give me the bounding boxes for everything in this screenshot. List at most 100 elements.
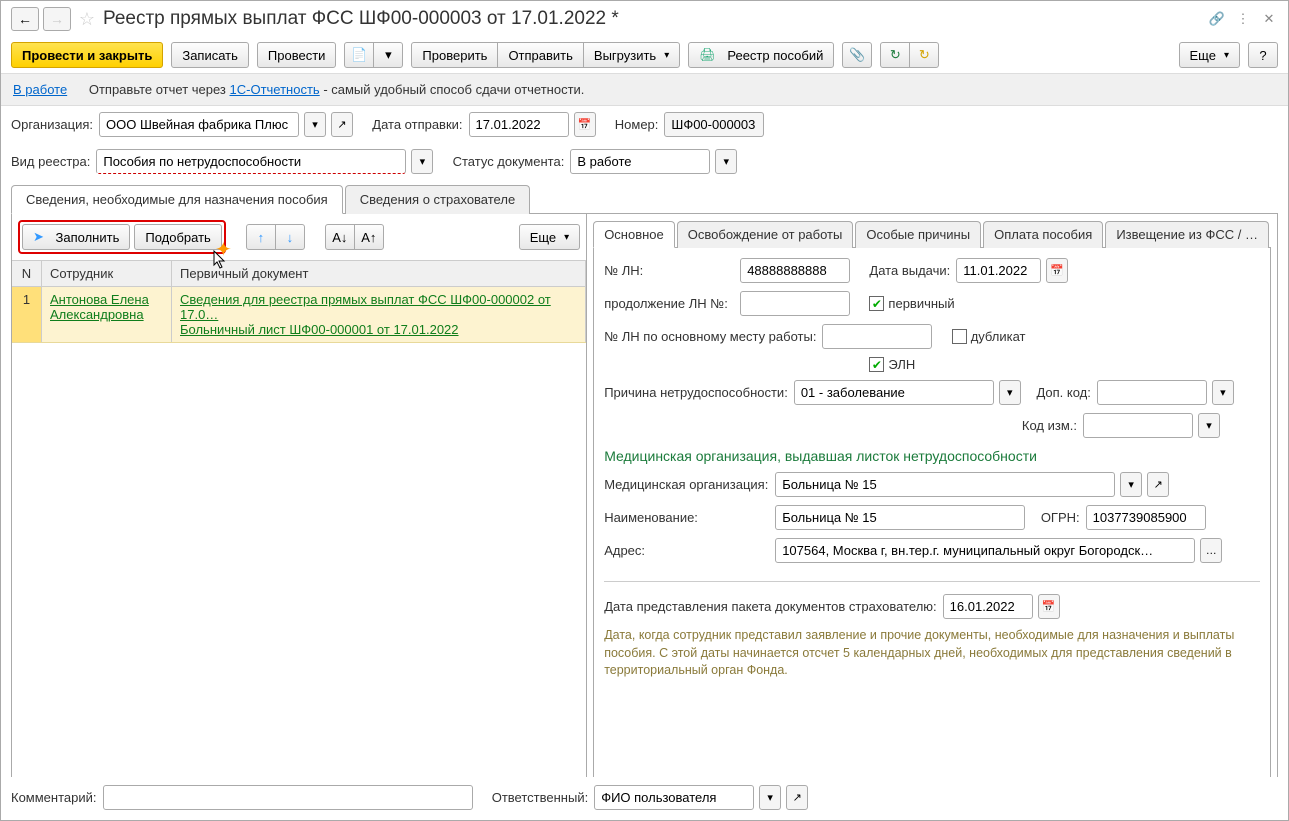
pick-button[interactable]: Подобрать — [134, 224, 221, 250]
col-doc-header[interactable]: Первичный документ — [172, 261, 586, 286]
col-n-header[interactable]: N — [12, 261, 42, 286]
ln-main-label: № ЛН по основному месту работы: — [604, 329, 816, 344]
med-org-dropdown[interactable]: ▾ — [1120, 472, 1142, 497]
refresh-button[interactable]: ↻ — [880, 42, 910, 68]
eln-checkbox[interactable]: ✔ЭЛН — [869, 357, 915, 372]
cont-ln-label: продолжение ЛН №: — [604, 296, 734, 311]
more-button[interactable]: Еще — [1179, 42, 1240, 68]
right-tab-notice[interactable]: Извещение из ФСС / … — [1105, 221, 1269, 248]
move-up-button[interactable]: ↑ — [246, 224, 276, 250]
right-tab-special[interactable]: Особые причины — [855, 221, 981, 248]
reason-label: Причина нетрудоспособности: — [604, 385, 788, 400]
reason-input[interactable] — [794, 380, 994, 405]
structure-button[interactable]: 📄 — [344, 42, 374, 68]
reason-dropdown[interactable]: ▾ — [999, 380, 1021, 405]
duplicate-checkbox[interactable]: дубликат — [952, 329, 1026, 344]
tab-insurer-info[interactable]: Сведения о страхователе — [345, 185, 530, 214]
move-down-button[interactable]: ↓ — [275, 224, 305, 250]
nav-back-button[interactable]: ← — [11, 7, 39, 31]
date-picker-button[interactable]: 📅 — [574, 112, 596, 137]
status-link[interactable]: В работе — [13, 82, 67, 97]
employee-link[interactable]: Антонова Елена Александровна — [50, 292, 149, 322]
comment-input[interactable] — [103, 785, 473, 810]
registry-button[interactable]: 🖨 Реестр пособий — [688, 42, 834, 68]
fill-button[interactable]: ➤ Заполнить — [22, 224, 130, 250]
org-open-button[interactable]: ↗ — [331, 112, 353, 137]
submit-date-input[interactable] — [943, 594, 1033, 619]
structure-dropdown[interactable]: ▾ — [373, 42, 403, 68]
save-button[interactable]: Записать — [171, 42, 249, 68]
doc-status-input[interactable] — [570, 149, 710, 174]
med-org-label: Медицинская организация: — [604, 477, 769, 492]
chgcode-input[interactable] — [1083, 413, 1193, 438]
send-button[interactable]: Отправить — [497, 42, 583, 68]
favorite-star-icon[interactable]: ☆ — [75, 7, 99, 31]
resp-input[interactable] — [594, 785, 754, 810]
submit-date-hint: Дата, когда сотрудник представил заявлен… — [604, 627, 1260, 680]
org-select-button[interactable]: ▾ — [304, 112, 326, 137]
ln-no-label: № ЛН: — [604, 263, 734, 278]
service-link[interactable]: 1С-Отчетность — [230, 82, 320, 97]
left-more-button[interactable]: Еще — [519, 224, 580, 250]
submit-date-label: Дата представления пакета документов стр… — [604, 599, 936, 614]
med-org-input[interactable] — [775, 472, 1115, 497]
refresh-warn-button[interactable]: ↻ — [909, 42, 939, 68]
highlight-group: ➤ Заполнить Подобрать — [18, 220, 226, 254]
table-row[interactable]: 1 Антонова Елена Александровна Сведения … — [12, 287, 586, 343]
number-label: Номер: — [615, 117, 659, 132]
sort-asc-button[interactable]: A↓ — [325, 224, 355, 250]
addr-input[interactable] — [775, 538, 1195, 563]
submit-date-picker[interactable]: 📅 — [1038, 594, 1060, 619]
chgcode-dropdown[interactable]: ▾ — [1198, 413, 1220, 438]
more-vert-icon[interactable]: ⋮ — [1234, 10, 1252, 28]
export-button[interactable]: Выгрузить — [583, 42, 680, 68]
close-icon[interactable]: ✕ — [1260, 10, 1278, 28]
col-emp-header[interactable]: Сотрудник — [42, 261, 172, 286]
doc-link-2[interactable]: Больничный лист ШФ00-000001 от 17.01.202… — [180, 322, 459, 337]
doc-link-1[interactable]: Сведения для реестра прямых выплат ФСС Ш… — [180, 292, 551, 322]
attach-button[interactable]: 📎 — [842, 42, 872, 68]
addcode-dropdown[interactable]: ▾ — [1212, 380, 1234, 405]
right-tab-payment[interactable]: Оплата пособия — [983, 221, 1103, 248]
issue-date-input[interactable] — [956, 258, 1041, 283]
send-date-input[interactable] — [469, 112, 569, 137]
doc-status-label: Статус документа: — [453, 154, 565, 169]
med-section-title: Медицинская организация, выдавшая листок… — [604, 448, 1260, 464]
addcode-input[interactable] — [1097, 380, 1207, 405]
med-org-open[interactable]: ↗ — [1147, 472, 1169, 497]
number-input[interactable] — [664, 112, 764, 137]
help-button[interactable]: ? — [1248, 42, 1278, 68]
right-tab-leave[interactable]: Освобождение от работы — [677, 221, 854, 248]
resp-label: Ответственный: — [492, 790, 588, 805]
row-number: 1 — [12, 287, 42, 342]
resp-open[interactable]: ↗ — [786, 785, 808, 810]
status-suffix: - самый удобный способ сдачи отчетности. — [320, 82, 585, 97]
reg-type-input[interactable] — [96, 149, 406, 174]
row-doc: Сведения для реестра прямых выплат ФСС Ш… — [172, 287, 586, 342]
med-name-input[interactable] — [775, 505, 1025, 530]
window-title: Реестр прямых выплат ФСС ШФ00-000003 от … — [103, 8, 1204, 30]
addcode-label: Доп. код: — [1036, 385, 1090, 400]
reg-type-label: Вид реестра: — [11, 154, 90, 169]
sort-desc-button[interactable]: A↑ — [354, 224, 384, 250]
primary-checkbox[interactable]: ✔первичный — [869, 296, 954, 311]
ln-main-input[interactable] — [822, 324, 932, 349]
post-button[interactable]: Провести — [257, 42, 337, 68]
ogrn-input[interactable] — [1086, 505, 1206, 530]
doc-status-dropdown[interactable]: ▾ — [715, 149, 737, 174]
addr-ellipsis[interactable]: … — [1200, 538, 1222, 563]
check-button[interactable]: Проверить — [411, 42, 498, 68]
ln-no-input[interactable] — [740, 258, 850, 283]
addr-label: Адрес: — [604, 543, 769, 558]
post-and-close-button[interactable]: Провести и закрыть — [11, 42, 163, 68]
status-bar: В работе Отправьте отчет через 1С-Отчетн… — [1, 73, 1288, 106]
right-tab-main[interactable]: Основное — [593, 221, 675, 248]
reg-type-dropdown[interactable]: ▾ — [411, 149, 433, 174]
org-input[interactable] — [99, 112, 299, 137]
issue-date-picker[interactable]: 📅 — [1046, 258, 1068, 283]
resp-dropdown[interactable]: ▾ — [759, 785, 781, 810]
nav-forward-button[interactable]: → — [43, 7, 71, 31]
link-icon[interactable]: 🔗 — [1208, 10, 1226, 28]
tab-assign-info[interactable]: Сведения, необходимые для назначения пос… — [11, 185, 343, 214]
cont-ln-input[interactable] — [740, 291, 850, 316]
